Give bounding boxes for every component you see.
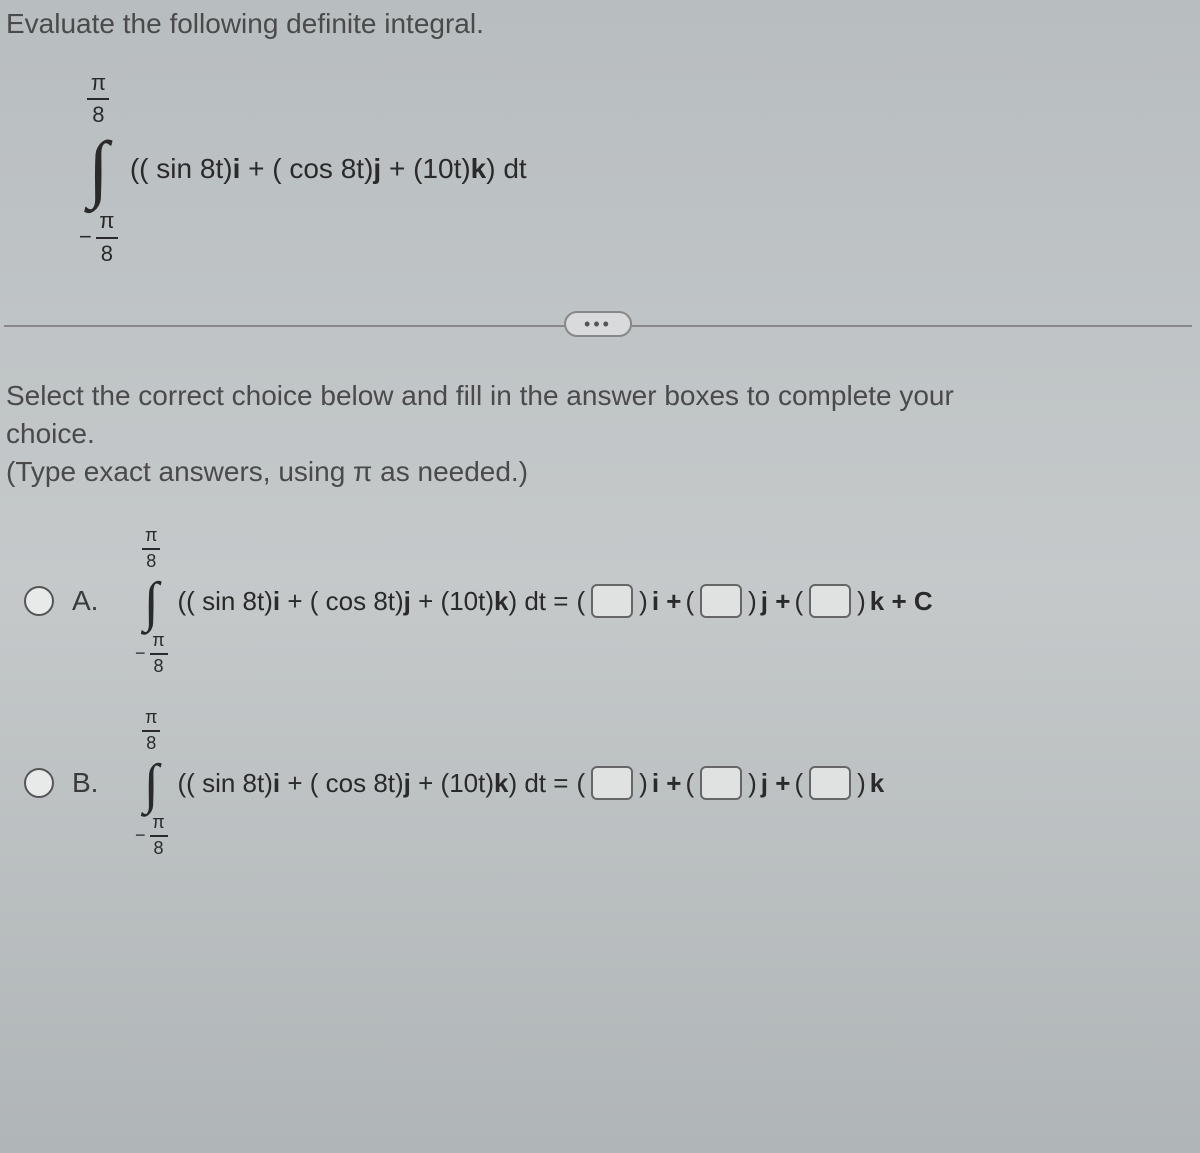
- answer-box-a-k[interactable]: [809, 584, 851, 618]
- answer-box-b-j[interactable]: [700, 766, 742, 800]
- choice-a-integral: π 8 ∫ − π 8 (( sin 8t)i + ( cos 8t)j + (…: [135, 525, 933, 677]
- lower-limit-den: 8: [101, 241, 113, 267]
- integral-display: π 8 ∫ − π 8 (( sin 8t)i + ( cos 8t)j + (…: [79, 70, 1192, 267]
- choice-b-answer: ()i + ()j + ()k: [576, 766, 884, 800]
- answer-box-b-i[interactable]: [591, 766, 633, 800]
- choice-b-expression: (( sin 8t)i + ( cos 8t)j + (10t)k) dt =: [178, 768, 569, 799]
- choice-b-row: B. π 8 ∫ − π 8 ((: [4, 707, 1192, 859]
- integrand-expression: (( sin 8t)i + ( cos 8t)j + (10t)k) dt: [130, 153, 527, 185]
- lower-limit-minus: −: [79, 224, 92, 250]
- expand-button[interactable]: •••: [564, 311, 632, 337]
- radio-choice-a[interactable]: [24, 586, 54, 616]
- answer-box-a-i[interactable]: [591, 584, 633, 618]
- section-divider: •••: [4, 307, 1192, 347]
- integral-limits: π 8 ∫ − π 8: [79, 70, 118, 267]
- answer-box-a-j[interactable]: [700, 584, 742, 618]
- instructions: Select the correct choice below and fill…: [4, 377, 1192, 490]
- lower-limit: − π 8: [79, 208, 118, 267]
- choice-a-answer: ()i + ()j + ()k + C: [576, 584, 932, 618]
- choice-a-expression: (( sin 8t)i + ( cos 8t)j + (10t)k) dt =: [178, 586, 569, 617]
- choice-b-label: B.: [72, 767, 107, 799]
- upper-limit-den: 8: [92, 102, 104, 128]
- answer-box-b-k[interactable]: [809, 766, 851, 800]
- choice-a-row: A. π 8 ∫ − π 8 ((: [4, 525, 1192, 677]
- lower-limit-num: π: [99, 208, 114, 234]
- radio-choice-b[interactable]: [24, 768, 54, 798]
- question-prompt: Evaluate the following definite integral…: [4, 8, 1192, 40]
- upper-limit-num: π: [91, 70, 106, 96]
- vector-k: k: [471, 153, 487, 184]
- choice-b-integral: π 8 ∫ − π 8 (( sin 8t)i + ( cos 8t)j + (…: [135, 707, 884, 859]
- upper-limit: π 8: [87, 70, 109, 129]
- integral-symbol: ∫: [88, 135, 109, 203]
- choice-a-label: A.: [72, 585, 107, 617]
